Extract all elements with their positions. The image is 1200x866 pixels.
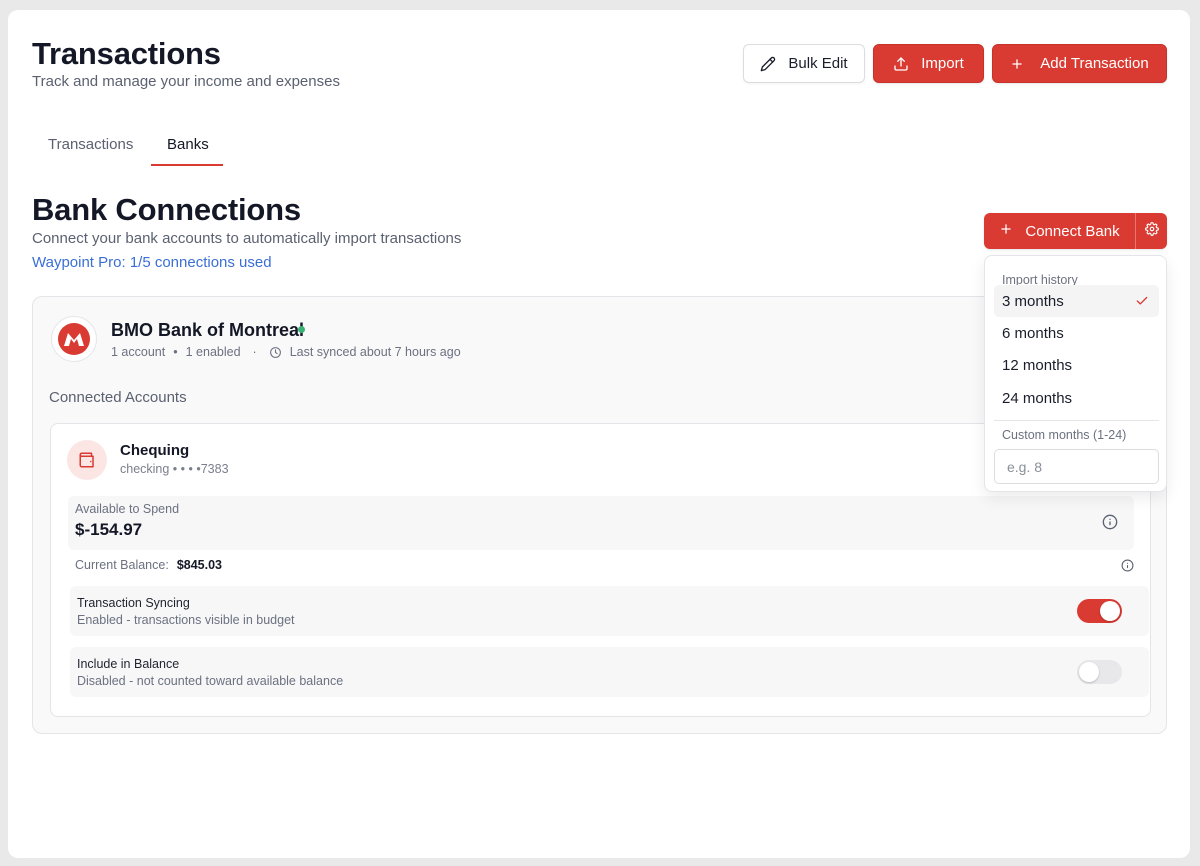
transaction-syncing-row: Transaction Syncing Enabled - transactio… xyxy=(70,586,1149,636)
plus-icon xyxy=(1010,57,1024,71)
include-in-balance-toggle[interactable] xyxy=(1077,660,1122,684)
account-type-number: checking • • • •7383 xyxy=(120,462,229,476)
option-24-months[interactable]: 24 months xyxy=(994,382,1159,414)
last-synced: Last synced about 7 hours ago xyxy=(289,345,461,359)
connect-bank-label: Connect Bank xyxy=(1025,222,1120,240)
info-icon[interactable] xyxy=(1102,514,1118,535)
connect-settings-button[interactable] xyxy=(1135,213,1167,249)
dropdown-divider xyxy=(994,420,1159,421)
option-6-months[interactable]: 6 months xyxy=(994,317,1159,349)
page-subtitle: Track and manage your income and expense… xyxy=(32,73,340,90)
info-icon[interactable] xyxy=(1121,559,1134,577)
add-transaction-label: Add Transaction xyxy=(1040,55,1149,72)
section-title: Bank Connections xyxy=(32,192,301,227)
tab-transactions[interactable]: Transactions xyxy=(48,136,133,153)
bank-logo xyxy=(51,316,97,362)
page-title: Transactions xyxy=(32,36,221,71)
wallet-icon xyxy=(67,440,107,480)
section-description: Connect your bank accounts to automatica… xyxy=(32,230,462,247)
tab-banks[interactable]: Banks xyxy=(167,136,209,153)
pencil-icon xyxy=(760,56,776,72)
include-description: Disabled - not counted toward available … xyxy=(77,674,344,688)
connect-bank-split-button: Connect Bank xyxy=(984,213,1167,249)
available-to-spend-block: Available to Spend $-154.97 xyxy=(68,496,1134,550)
clock-icon xyxy=(269,346,282,359)
syncing-title: Transaction Syncing xyxy=(77,596,190,610)
current-balance-value: $845.03 xyxy=(176,558,222,572)
available-value: $-154.97 xyxy=(75,520,143,539)
custom-months-label: Custom months (1-24) xyxy=(1002,428,1127,442)
add-transaction-button[interactable]: Add Transaction xyxy=(992,44,1167,83)
account-count: 1 account xyxy=(111,345,166,359)
plan-usage-link[interactable]: Waypoint Pro: 1/5 connections used xyxy=(32,254,272,271)
include-in-balance-row: Include in Balance Disabled - not counte… xyxy=(70,647,1149,697)
transaction-syncing-toggle[interactable] xyxy=(1077,599,1122,623)
import-label: Import xyxy=(921,55,964,72)
bank-meta: 1 account • 1 enabled · Last synced abou… xyxy=(111,345,461,359)
available-label: Available to Spend xyxy=(75,502,180,516)
include-title: Include in Balance xyxy=(77,657,180,671)
import-history-dropdown: Import history 3 months 6 months 12 mont… xyxy=(984,255,1167,492)
check-icon xyxy=(1135,294,1149,312)
import-button[interactable]: Import xyxy=(873,44,984,83)
page-frame: Transactions Track and manage your incom… xyxy=(8,10,1190,858)
syncing-description: Enabled - transactions visible in budget xyxy=(77,613,295,627)
enabled-count: 1 enabled xyxy=(185,345,241,359)
gear-icon xyxy=(1144,221,1159,241)
upload-icon xyxy=(893,56,909,72)
active-tab-indicator xyxy=(151,164,223,166)
account-name: Chequing xyxy=(120,442,190,459)
plus-icon xyxy=(999,222,1013,240)
option-3-months[interactable]: 3 months xyxy=(994,285,1159,317)
bulk-edit-label: Bulk Edit xyxy=(788,55,848,72)
custom-months-input[interactable] xyxy=(994,449,1159,484)
connect-bank-button[interactable]: Connect Bank xyxy=(984,213,1135,249)
bank-name: BMO Bank of Montreal xyxy=(111,320,305,340)
current-balance-label: Current Balance: xyxy=(75,558,169,572)
connected-accounts-heading: Connected Accounts xyxy=(49,389,187,406)
current-balance-row: Current Balance: $845.03 xyxy=(75,558,222,572)
connection-status-dot xyxy=(298,326,305,333)
option-12-months[interactable]: 12 months xyxy=(994,349,1159,381)
bulk-edit-button[interactable]: Bulk Edit xyxy=(743,44,865,83)
